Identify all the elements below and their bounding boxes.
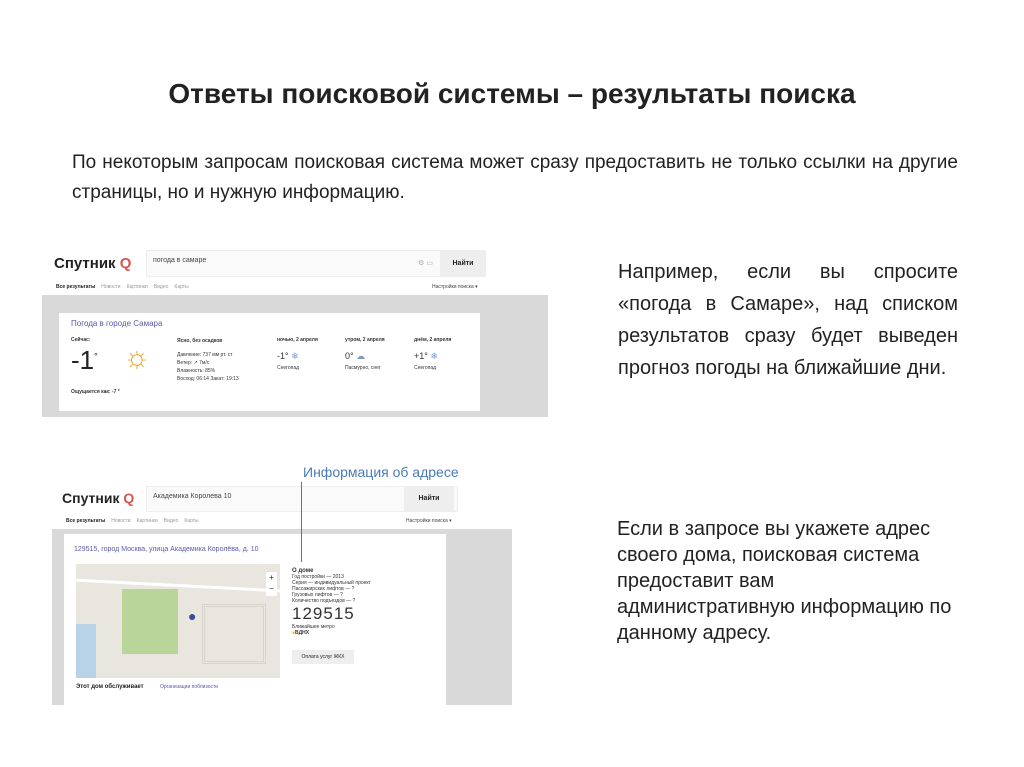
- forecast-night: ночью, 2 апреля -1° ❄ Снегопад: [277, 337, 318, 371]
- address-search-screenshot: Спутник Q Академика Королева 10⚙ ▭ Найти…: [52, 484, 512, 705]
- search-tabs: Все результаты Новости Картинки Видео Карты: [66, 518, 199, 524]
- search-tabs: Все результаты Новости Картинки Видео Карты: [56, 284, 189, 290]
- postcode: 129515: [292, 604, 355, 623]
- snow-icon: ❄: [291, 351, 299, 361]
- wind: Ветер: ↗ 7м/с: [177, 360, 210, 366]
- tab-news[interactable]: Новости: [111, 518, 130, 524]
- metro-value: ●ВДНХ: [292, 630, 310, 636]
- snow-icon: ❄: [430, 351, 438, 361]
- find-button[interactable]: Найти: [440, 250, 486, 277]
- now-label: Сейчас:: [71, 337, 91, 343]
- find-button[interactable]: Найти: [404, 486, 454, 512]
- callout-line: [301, 482, 302, 562]
- weather-title-link[interactable]: Погода в городе Самара: [71, 319, 162, 328]
- sun-icon: ☼: [123, 341, 151, 374]
- search-logo-icon: Q: [119, 255, 132, 272]
- sunrise-sunset: Восход: 06:14 Закат: 19:13: [177, 376, 239, 382]
- weather-explanation: Например, если вы спросите «погода в Сам…: [618, 261, 958, 379]
- weather-search-screenshot: Спутник Q погода в самаре ⚙ ▭ Найти Все р…: [42, 245, 548, 417]
- address-info-callout: Информация об адресе: [303, 464, 459, 480]
- tab-maps[interactable]: Карты: [174, 284, 188, 290]
- humidity: Влажность: 85%: [177, 368, 216, 374]
- address-link[interactable]: 129515, город Москва, улица Академика Ко…: [74, 546, 258, 553]
- map-pin-icon: ●: [188, 608, 197, 624]
- sputnik-logo: Спутник Q: [54, 255, 132, 272]
- search-settings[interactable]: Настройки поиска ▾: [432, 284, 478, 290]
- sputnik-logo: Спутник Q: [62, 490, 135, 506]
- search-logo-icon: Q: [123, 490, 135, 506]
- search-settings[interactable]: Настройки поиска ▾: [406, 518, 452, 524]
- cloud-snow-icon: ☁: [356, 351, 366, 361]
- tab-all[interactable]: Все результаты: [66, 518, 105, 524]
- forecast-day: днём, 2 апреля +1° ❄ Снегопад: [414, 337, 452, 371]
- pay-utilities-button[interactable]: Оплата услуг ЖКХ: [292, 650, 354, 664]
- tab-video[interactable]: Видео: [154, 284, 169, 290]
- map[interactable]: ● + −: [76, 564, 280, 678]
- tab-video[interactable]: Видео: [164, 518, 179, 524]
- tab-all[interactable]: Все результаты: [56, 284, 95, 290]
- tab-images[interactable]: Картинки: [127, 284, 148, 290]
- pressure: Давление: 737 мм рт. ст: [177, 352, 233, 358]
- slide-title: Ответы поисковой системы – результаты по…: [168, 78, 856, 109]
- tab-news[interactable]: Новости: [101, 284, 120, 290]
- feels-like: Ощущается как: -7 °: [71, 389, 120, 395]
- search-input[interactable]: погода в самаре ⚙ ▭: [146, 250, 442, 277]
- keyboard-icon: ⚙ ▭: [418, 260, 433, 267]
- current-temp: -1°: [71, 345, 98, 375]
- organizations-link[interactable]: Организации поблизости: [160, 684, 218, 690]
- tab-images[interactable]: Картинки: [137, 518, 158, 524]
- served-by-label: Этот дом обслуживает: [76, 684, 144, 690]
- tab-maps[interactable]: Карты: [184, 518, 198, 524]
- weather-card: Погода в городе Самара Сейчас: -1° ☼ Ощу…: [59, 313, 480, 411]
- intro-paragraph: По некоторым запросам поисковая система …: [72, 152, 958, 203]
- address-explanation: Если в запросе вы укажете адрес своего д…: [617, 518, 952, 644]
- forecast-morning: утром, 2 апреля 0° ☁ Пасмурно, снег: [345, 337, 385, 371]
- zoom-out-button[interactable]: −: [266, 583, 277, 594]
- condition: Ясно, без осадков: [177, 338, 223, 344]
- zoom-in-button[interactable]: +: [266, 572, 277, 583]
- address-card: 129515, город Москва, улица Академика Ко…: [64, 534, 446, 705]
